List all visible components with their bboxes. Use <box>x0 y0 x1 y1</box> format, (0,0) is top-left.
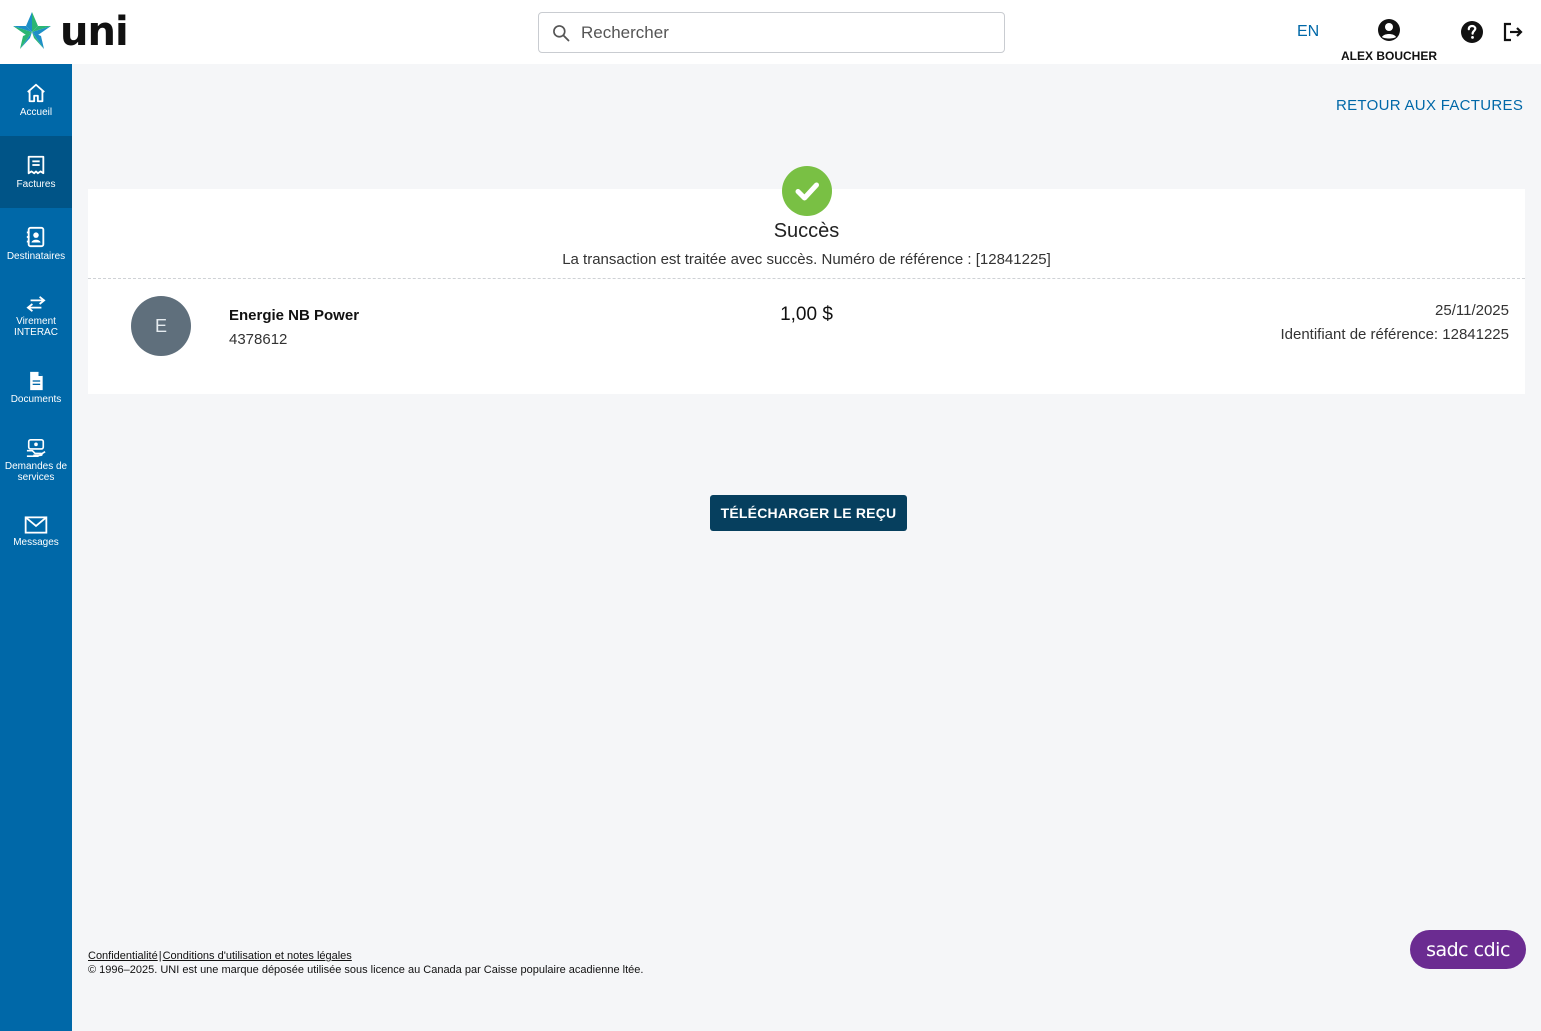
help-icon <box>1461 21 1483 43</box>
transfer-icon <box>26 295 46 312</box>
help-button[interactable] <box>1460 20 1484 49</box>
user-menu[interactable]: ALEX BOUCHER <box>1340 18 1438 63</box>
payment-amount: 1,00 $ <box>780 304 833 325</box>
divider <box>88 278 1525 279</box>
success-title: Succès <box>773 220 840 242</box>
footer-links: Confidentialité|Conditions d'utilisation… <box>88 950 352 962</box>
sidebar-item-label: Accueil <box>19 107 53 118</box>
language-toggle[interactable]: EN <box>1297 23 1319 41</box>
mail-icon <box>24 516 48 534</box>
download-receipt-button[interactable]: TÉLÉCHARGER LE REÇU <box>710 495 907 531</box>
payment-reference: Identifiant de référence: 12841225 <box>1280 326 1509 343</box>
account-circle-icon <box>1378 19 1400 41</box>
sidebar-item-destinataires[interactable]: Destinataires <box>0 208 72 280</box>
user-name: ALEX BOUCHER <box>1340 49 1437 63</box>
logo-text: uni <box>60 9 129 55</box>
success-message: La transaction est traitée avec succès. … <box>562 251 1051 268</box>
search-box[interactable] <box>538 12 1005 53</box>
logout-button[interactable] <box>1501 20 1525 49</box>
confirmation-card: Succès La transaction est traitée avec s… <box>88 189 1525 394</box>
document-icon <box>30 371 43 391</box>
contacts-icon <box>26 226 45 248</box>
star-logo-icon <box>13 12 51 49</box>
privacy-link[interactable]: Confidentialité <box>88 950 158 962</box>
sidebar-item-messages[interactable]: Messages <box>0 496 72 568</box>
payment-date: 25/11/2025 <box>1435 302 1509 319</box>
terms-link[interactable]: Conditions d'utilisation et notes légale… <box>163 950 352 962</box>
success-check-icon <box>782 166 832 216</box>
uni-logo[interactable]: uni <box>8 9 129 55</box>
logout-icon <box>1503 22 1523 42</box>
search-icon <box>541 13 581 53</box>
search-input[interactable] <box>581 22 981 43</box>
cdic-badge[interactable]: sadc cdic <box>1410 930 1526 969</box>
sidebar-nav: Accueil Factures Destinataires Virement … <box>0 64 72 1031</box>
receipt-icon <box>27 155 45 175</box>
copyright-text: © 1996–2025. UNI est une marque déposée … <box>88 964 644 976</box>
sidebar-item-virement-interac[interactable]: Virement INTERAC <box>0 280 72 352</box>
top-bar: uni EN ALEX BOUCHER <box>0 0 1541 64</box>
sidebar-item-label: Virement INTERAC <box>14 315 58 338</box>
sidebar-item-label: Documents <box>10 394 62 405</box>
back-to-bills-link[interactable]: RETOUR AUX FACTURES <box>1336 97 1523 114</box>
footer-separator: | <box>158 950 162 962</box>
service-request-icon <box>26 438 46 457</box>
sidebar-item-accueil[interactable]: Accueil <box>0 64 72 136</box>
sidebar-item-demandes-de-services[interactable]: Demandes de services <box>0 424 72 496</box>
cdic-badge-text: sadc cdic <box>1426 938 1510 961</box>
sidebar-item-factures[interactable]: Factures <box>0 136 72 208</box>
sidebar-item-label: Destinataires <box>6 251 66 262</box>
sidebar-item-documents[interactable]: Documents <box>0 352 72 424</box>
sidebar-item-label: Demandes de services <box>4 460 68 483</box>
sidebar-item-label: Factures <box>16 179 56 190</box>
home-icon <box>27 83 45 103</box>
payee-account-number: 4378612 <box>229 331 288 348</box>
sidebar-item-label: Messages <box>13 537 59 548</box>
